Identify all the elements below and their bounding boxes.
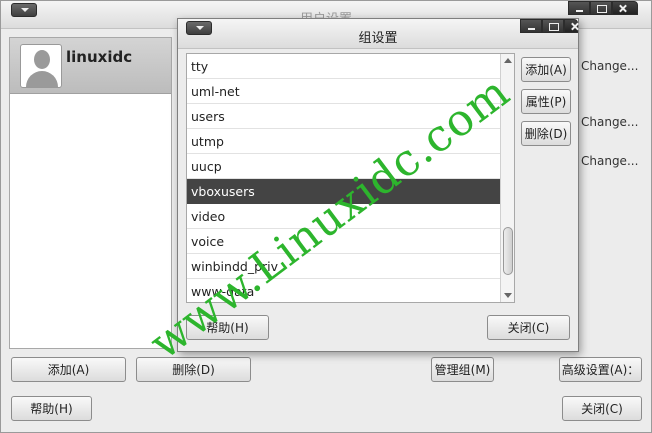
group-list-item[interactable]: users: [187, 104, 501, 129]
scroll-down-icon[interactable]: [504, 293, 512, 298]
advanced-settings-button[interactable]: 高级设置(A)：: [559, 357, 642, 382]
close-icon[interactable]: [612, 1, 638, 15]
user-list[interactable]: linuxidc: [9, 37, 172, 349]
group-properties-button[interactable]: 属性(P): [521, 89, 571, 114]
dialog-maximize-icon[interactable]: [542, 19, 564, 33]
maximize-icon[interactable]: [590, 1, 612, 15]
delete-group-button[interactable]: 删除(D): [521, 121, 571, 146]
help-button[interactable]: 帮助(H): [11, 396, 92, 421]
group-list-item[interactable]: uucp: [187, 154, 501, 179]
change-link-2[interactable]: Change...: [581, 115, 638, 129]
group-list-item[interactable]: winbindd_priv: [187, 254, 501, 279]
group-list-scrollbar[interactable]: [500, 54, 514, 302]
username-label: linuxidc: [66, 48, 133, 66]
dialog-minimize-icon[interactable]: [520, 19, 542, 33]
group-list-item[interactable]: tty: [187, 54, 501, 79]
dialog-close-button[interactable]: 关闭(C): [487, 315, 570, 340]
minimize-icon[interactable]: [568, 1, 590, 15]
group-settings-titlebar: 组设置: [178, 19, 578, 49]
scrollbar-thumb[interactable]: [503, 227, 513, 275]
manage-groups-button[interactable]: 管理组(M): [431, 357, 494, 382]
change-link-1[interactable]: Change...: [581, 59, 638, 73]
group-list-item[interactable]: video: [187, 204, 501, 229]
group-settings-title: 组设置: [358, 31, 398, 46]
close-button[interactable]: 关闭(C): [562, 396, 642, 421]
scroll-up-icon[interactable]: [504, 58, 512, 63]
group-list-item[interactable]: uml-net: [187, 79, 501, 104]
add-group-button[interactable]: 添加(A): [521, 57, 571, 82]
group-list-item[interactable]: voice: [187, 229, 501, 254]
group-settings-dialog: 组设置 tty uml-net users utmp uucp vboxuser…: [177, 18, 579, 352]
avatar-icon: [20, 44, 62, 88]
group-list-item-selected[interactable]: vboxusers: [187, 179, 501, 204]
delete-user-button[interactable]: 删除(D): [136, 357, 251, 382]
group-list-item[interactable]: utmp: [187, 129, 501, 154]
change-link-3[interactable]: Change...: [581, 154, 638, 168]
group-list-item[interactable]: www-data: [187, 279, 501, 302]
group-list[interactable]: tty uml-net users utmp uucp vboxusers vi…: [186, 53, 515, 303]
add-user-button[interactable]: 添加(A): [11, 357, 126, 382]
dialog-help-button[interactable]: 帮助(H): [186, 315, 269, 340]
user-list-item[interactable]: linuxidc: [10, 38, 171, 94]
dialog-close-icon[interactable]: [564, 19, 578, 33]
